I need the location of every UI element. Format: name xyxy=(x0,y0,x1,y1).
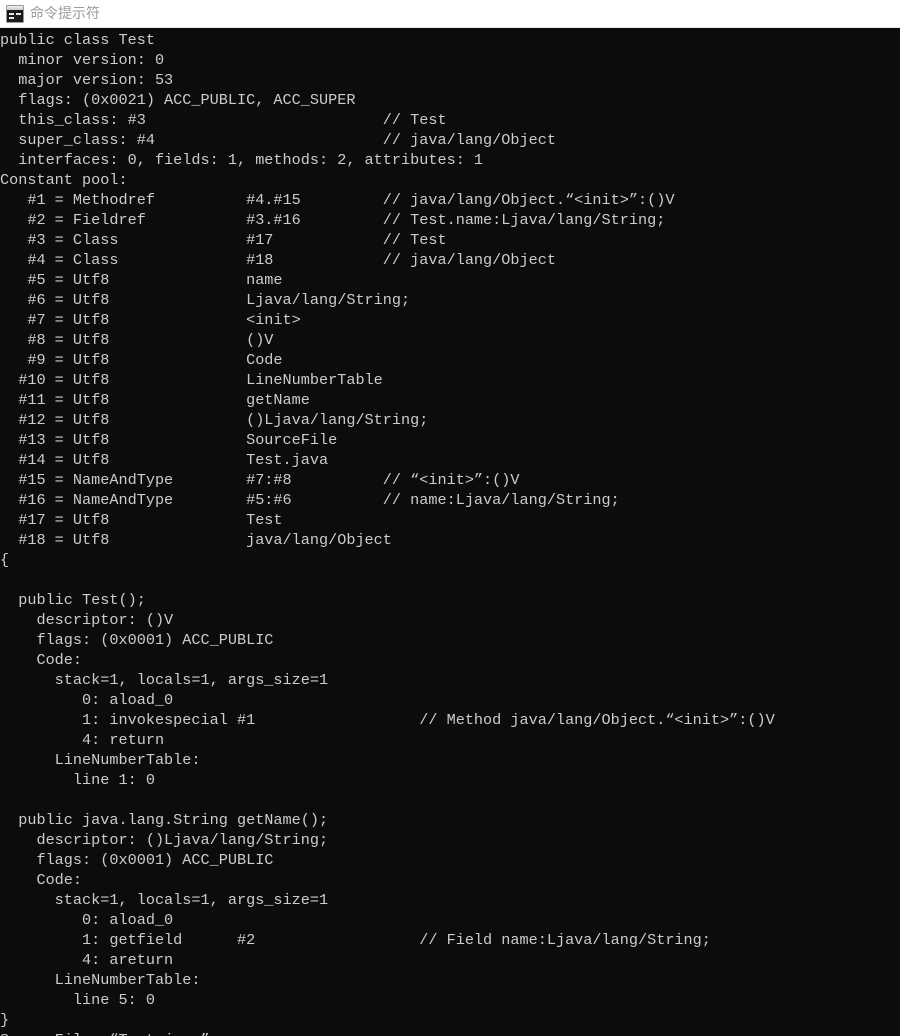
console-line: 1: getfield #2 // Field name:Ljava/lang/… xyxy=(0,931,711,949)
console-line: public java.lang.String getName(); xyxy=(0,811,329,829)
console-line: Code: xyxy=(0,871,83,889)
console-line: { xyxy=(0,551,10,569)
console-line: 4: areturn xyxy=(0,951,174,969)
console-line: public class Test xyxy=(0,31,155,49)
console-line: stack=1, locals=1, args_size=1 xyxy=(0,891,329,909)
console-line: flags: (0x0001) ACC_PUBLIC xyxy=(0,851,274,869)
console-line: major version: 53 xyxy=(0,71,174,89)
console-line: flags: (0x0021) ACC_PUBLIC, ACC_SUPER xyxy=(0,91,356,109)
console-line: #2 = Fieldref #3.#16 // Test.name:Ljava/… xyxy=(0,211,666,229)
console-line: #4 = Class #18 // java/lang/Object xyxy=(0,251,556,269)
console-line: this_class: #3 // Test xyxy=(0,111,447,129)
window-titlebar[interactable]: 命令提示符 xyxy=(0,0,900,28)
console-line: public Test(); xyxy=(0,591,146,609)
console-line: #13 = Utf8 SourceFile xyxy=(0,431,338,449)
console-line: 0: aload_0 xyxy=(0,911,174,929)
console-line: 4: return xyxy=(0,731,165,749)
console-line: #5 = Utf8 name xyxy=(0,271,283,289)
console-body[interactable]: public class Test minor version: 0 major… xyxy=(0,28,900,1036)
console-line: } xyxy=(0,1011,10,1029)
console-line: #8 = Utf8 ()V xyxy=(0,331,274,349)
console-line: #11 = Utf8 getName xyxy=(0,391,310,409)
console-line: SourceFile: “Test.java” xyxy=(0,1030,900,1036)
console-line: LineNumberTable: xyxy=(0,751,201,769)
console-line: #14 = Utf8 Test.java xyxy=(0,451,329,469)
console-line: #16 = NameAndType #5:#6 // name:Ljava/la… xyxy=(0,491,620,509)
console-line: super_class: #4 // java/lang/Object xyxy=(0,131,556,149)
console-line: line 1: 0 xyxy=(0,771,155,789)
console-line: 0: aload_0 xyxy=(0,691,174,709)
console-line: #15 = NameAndType #7:#8 // “<init>”:()V xyxy=(0,471,520,489)
console-line: #1 = Methodref #4.#15 // java/lang/Objec… xyxy=(0,191,675,209)
console-line: descriptor: ()V xyxy=(0,611,174,629)
console-line: #7 = Utf8 <init> xyxy=(0,311,301,329)
console-line: flags: (0x0001) ACC_PUBLIC xyxy=(0,631,274,649)
console-output[interactable]: public class Test minor version: 0 major… xyxy=(0,30,900,1036)
console-line: interfaces: 0, fields: 1, methods: 2, at… xyxy=(0,151,484,169)
console-line: Constant pool: xyxy=(0,171,128,189)
console-line: line 5: 0 xyxy=(0,991,155,1009)
console-line: Code: xyxy=(0,651,83,669)
console-line: minor version: 0 xyxy=(0,51,165,69)
console-line: LineNumberTable: xyxy=(0,971,201,989)
console-line: stack=1, locals=1, args_size=1 xyxy=(0,671,329,689)
console-line: #9 = Utf8 Code xyxy=(0,351,283,369)
console-icon xyxy=(6,4,24,23)
console-line: #3 = Class #17 // Test xyxy=(0,231,447,249)
console-line: #6 = Utf8 Ljava/lang/String; xyxy=(0,291,411,309)
console-line: #10 = Utf8 LineNumberTable xyxy=(0,371,383,389)
console-line: #12 = Utf8 ()Ljava/lang/String; xyxy=(0,411,429,429)
console-line: #18 = Utf8 java/lang/Object xyxy=(0,531,392,549)
console-line: #17 = Utf8 Test xyxy=(0,511,283,529)
console-line: descriptor: ()Ljava/lang/String; xyxy=(0,831,329,849)
console-line: 1: invokespecial #1 // Method java/lang/… xyxy=(0,711,775,729)
window-title: 命令提示符 xyxy=(30,5,100,22)
